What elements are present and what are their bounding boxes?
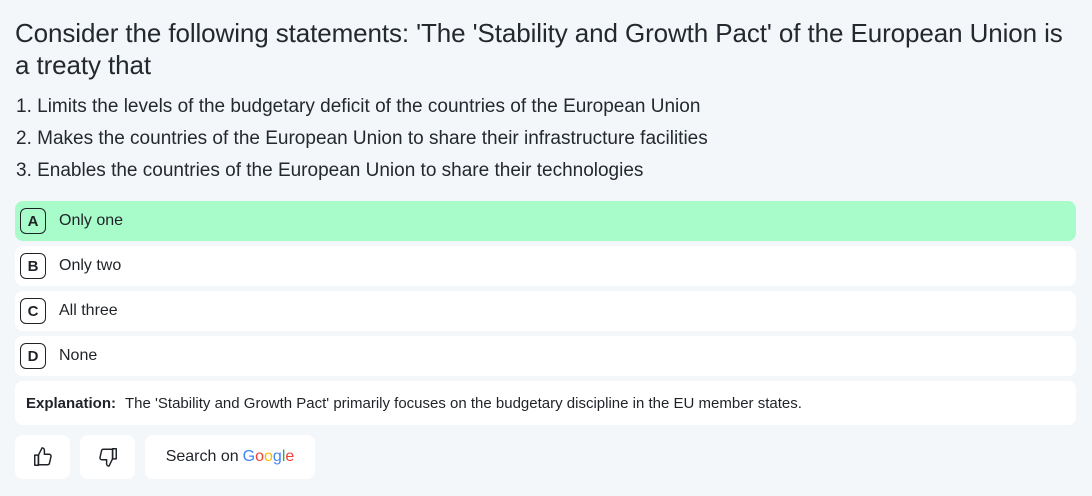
- answer-options: A Only one B Only two C All three D None: [15, 201, 1076, 376]
- thumbs-up-button[interactable]: [15, 435, 70, 479]
- statement-item: 3. Enables the countries of the European…: [16, 160, 644, 181]
- google-letter: o: [264, 448, 273, 465]
- option-letter-badge: D: [20, 343, 46, 369]
- google-letter: g: [272, 448, 282, 465]
- google-wordmark: Google: [243, 448, 295, 466]
- search-google-button[interactable]: Search on Google: [145, 435, 315, 479]
- option-letter-badge: A: [20, 208, 46, 234]
- google-letter: G: [242, 448, 256, 465]
- option-label: All three: [59, 302, 118, 319]
- option-letter-badge: B: [20, 253, 46, 279]
- google-letter: e: [285, 448, 295, 465]
- option-letter-badge: C: [20, 298, 46, 324]
- search-label: Search on: [165, 448, 239, 465]
- thumbs-up-icon: [33, 447, 52, 466]
- thumbs-down-icon: [98, 448, 117, 467]
- option-label: Only two: [59, 257, 122, 274]
- statement-item: 1. Limits the levels of the budgetary de…: [16, 96, 701, 117]
- quiz-card: Consider the following statements: 'The …: [0, 0, 1092, 496]
- google-letter: o: [255, 448, 264, 465]
- option-b[interactable]: B Only two: [15, 246, 1076, 286]
- option-c[interactable]: C All three: [15, 291, 1076, 331]
- option-a[interactable]: A Only one: [15, 201, 1076, 241]
- explanation-box: Explanation: The 'Stability and Growth P…: [15, 381, 1076, 425]
- statement-item: 2. Makes the countries of the European U…: [16, 128, 708, 149]
- explanation-text: The 'Stability and Growth Pact' primaril…: [125, 394, 802, 412]
- question-title: Consider the following statements: 'The …: [15, 18, 1063, 80]
- explanation-label: Explanation:: [26, 394, 117, 412]
- thumbs-down-button[interactable]: [80, 435, 135, 479]
- option-label: Only one: [59, 212, 124, 229]
- option-label: None: [59, 347, 98, 364]
- action-bar: Search on Google: [15, 435, 1076, 479]
- option-d[interactable]: D None: [15, 336, 1076, 376]
- statement-list: 1. Limits the levels of the budgetary de…: [15, 91, 1076, 187]
